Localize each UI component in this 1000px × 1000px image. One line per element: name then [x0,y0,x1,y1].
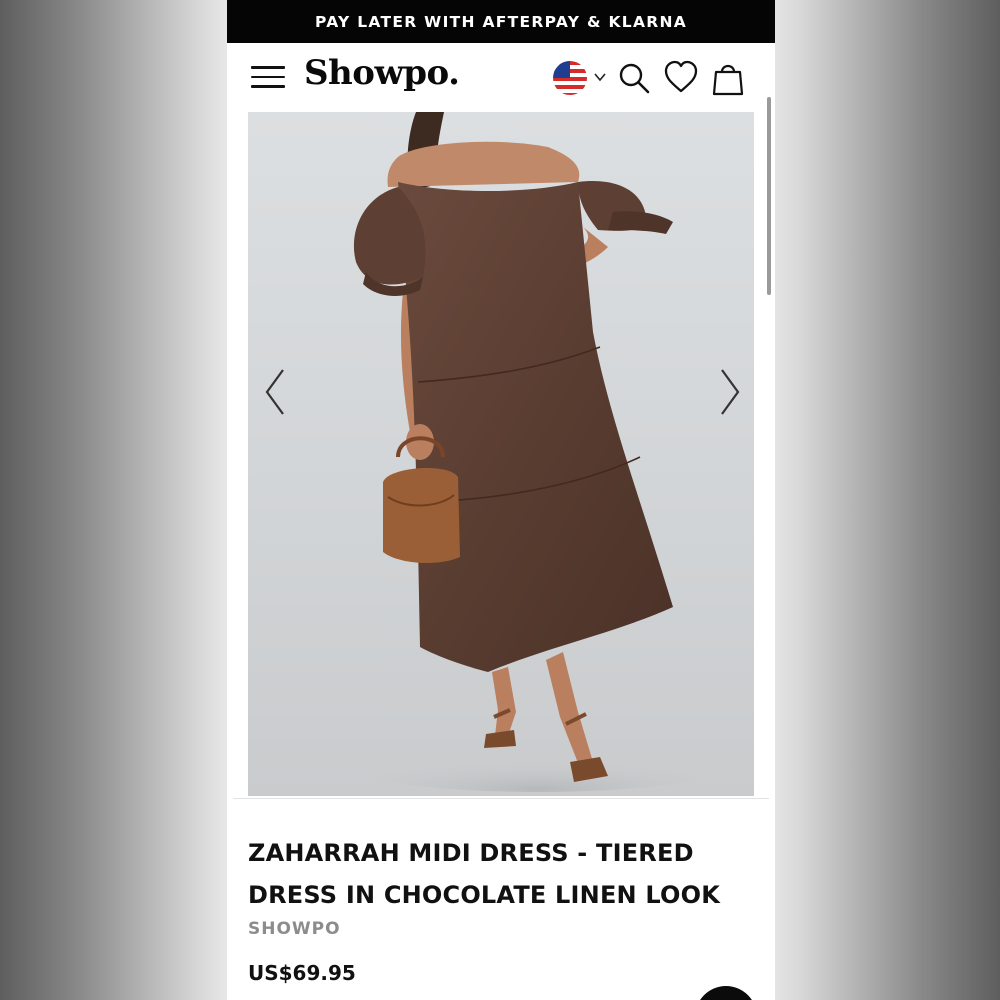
product-image-gallery[interactable] [248,112,754,796]
product-price: US$69.95 [248,961,356,985]
heart-icon[interactable] [664,60,698,96]
shopping-bag-icon[interactable] [711,60,745,96]
us-flag-icon [553,61,587,95]
page-scrollbar[interactable] [767,97,771,295]
chevron-left-icon[interactable] [261,366,291,418]
screenshot-stage: PAY LATER WITH AFTERPAY & KLARNA Showpo. [0,0,1000,1000]
site-logo[interactable]: Showpo. [304,53,460,93]
product-photo [338,112,738,792]
region-selector[interactable] [553,61,609,95]
product-title: ZAHARRAH MIDI DRESS - TIERED DRESS IN CH… [248,839,721,909]
divider [233,798,769,799]
floating-action-button[interactable] [695,986,757,1000]
search-icon[interactable] [617,60,651,96]
hamburger-menu-icon[interactable] [251,65,285,89]
site-header: Showpo. [227,43,775,111]
promo-text: PAY LATER WITH AFTERPAY & KLARNA [314,12,688,31]
product-brand[interactable]: SHOWPO [248,919,341,939]
promo-banner[interactable]: PAY LATER WITH AFTERPAY & KLARNA [227,0,775,43]
chevron-right-icon[interactable] [714,366,744,418]
mobile-viewport: PAY LATER WITH AFTERPAY & KLARNA Showpo. [227,0,775,1000]
chevron-down-icon [594,73,606,82]
